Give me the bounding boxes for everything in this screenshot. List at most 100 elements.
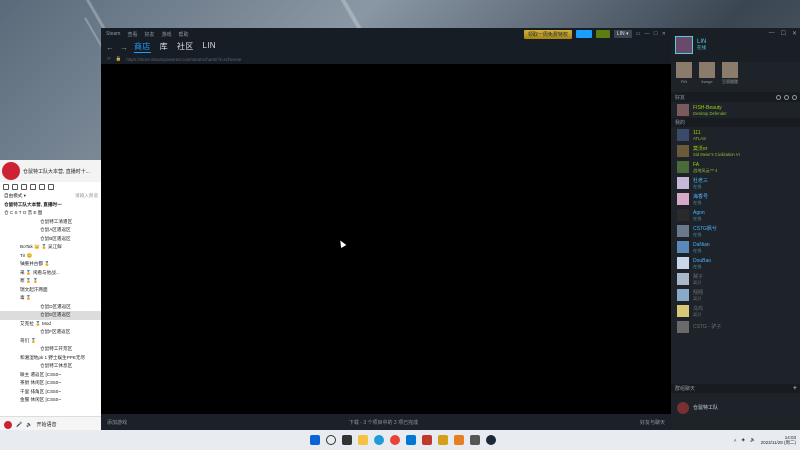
- channel-row[interactable]: 艾克拉 🏅 Mod: [0, 320, 101, 329]
- friend-item[interactable]: CSTG - 驴子: [671, 319, 800, 335]
- friend-item[interactable]: DouBao 在线: [671, 255, 800, 271]
- downloads-status[interactable]: 下载 - 3 个项目中的 3 项已完成: [349, 419, 418, 426]
- promo-button[interactable]: 领取一周免费特权: [523, 29, 572, 39]
- channel-row[interactable]: 仓 C S T O 音 E 图: [0, 209, 101, 218]
- user-icon[interactable]: [3, 184, 9, 190]
- friend-item[interactable]: DaNian 在线: [671, 239, 800, 255]
- menu-item-4[interactable]: 帮助: [179, 31, 189, 38]
- tab-1[interactable]: 库: [160, 41, 168, 53]
- list-icon[interactable]: [39, 184, 45, 190]
- broadcast-button[interactable]: [575, 30, 592, 38]
- channel-row[interactable]: BoTak 👑 🏅 吴江鲜: [0, 243, 101, 252]
- friend-item[interactable]: 贼子 离开: [671, 271, 800, 287]
- add-game-button[interactable]: 添加游戏: [107, 419, 127, 426]
- menu-item-1[interactable]: 查看: [127, 31, 137, 38]
- share-icon[interactable]: [48, 184, 54, 190]
- channel-row[interactable]: 茶厨 休闲区 [CS50~: [0, 379, 101, 388]
- channel-row[interactable]: 铀重井古都 🏅: [0, 260, 101, 269]
- add-friend-icon[interactable]: [784, 94, 789, 100]
- network-icon[interactable]: ◈: [741, 437, 744, 443]
- chrome-icon[interactable]: [390, 435, 400, 445]
- maximize-icon[interactable]: ☐: [653, 31, 657, 37]
- channel-row[interactable]: 和湘湿地pk 1 野士娱生PPE无尽: [0, 354, 101, 363]
- channel-search-input[interactable]: 请输入频道: [75, 192, 98, 201]
- tab-3[interactable]: LIN: [203, 41, 216, 53]
- steam-icon[interactable]: [486, 435, 496, 445]
- close-icon[interactable]: ✕: [662, 31, 666, 37]
- menu-item-2[interactable]: 好友: [144, 31, 154, 38]
- friend-item[interactable]: 莫沃er Sid Meier's Civilization VI: [671, 143, 800, 159]
- bigpicture-icon[interactable]: ▭: [636, 31, 641, 37]
- group-chat-item[interactable]: 仓鼠特工队: [671, 400, 800, 416]
- channel-row[interactable]: 仓鼠特工开荒区: [0, 345, 101, 354]
- close-icon[interactable]: ✕: [792, 30, 797, 37]
- channel-row[interactable]: 毒 🏅: [0, 294, 101, 303]
- menu-item-0[interactable]: Steam: [106, 31, 120, 38]
- location-icon[interactable]: [21, 184, 27, 190]
- minimize-icon[interactable]: —: [769, 30, 775, 37]
- minimize-icon[interactable]: —: [644, 31, 649, 37]
- refresh-icon[interactable]: ⟳: [107, 56, 111, 62]
- avatar[interactable]: [4, 420, 12, 429]
- channel-row[interactable]: 仓鼠特工队大本营, 直播时一: [0, 201, 101, 210]
- notifications-button[interactable]: [595, 30, 610, 38]
- forward-arrow-icon[interactable]: →: [120, 43, 128, 52]
- tab-0[interactable]: 商店: [134, 41, 151, 53]
- app-icon[interactable]: [470, 435, 480, 445]
- mode-select[interactable]: 自由模式 ▾: [4, 192, 26, 201]
- add-group-icon[interactable]: +: [793, 385, 800, 392]
- mic-icon[interactable]: 🎤: [16, 422, 22, 428]
- channel-row[interactable]: 仓鼠B区遣返区: [0, 235, 101, 244]
- channel-row[interactable]: 金服 休闲区 [CS50~: [0, 396, 101, 405]
- channel-row[interactable]: 仓鼠特工休息区: [0, 362, 101, 371]
- channel-row[interactable]: 仓鼠F区遣返区: [0, 328, 101, 337]
- url-text[interactable]: https://store.steampowered.com/steamchar…: [126, 57, 241, 62]
- app-icon[interactable]: [422, 435, 432, 445]
- channel-row[interactable]: 仓鼠特工清遣区: [0, 218, 101, 227]
- friend-group-header[interactable]: 我的: [671, 118, 800, 127]
- channel-row[interactable]: 寒 🏅 🏅: [0, 277, 101, 286]
- recent-friend[interactable]: lbarge: [698, 62, 716, 84]
- edge-icon[interactable]: [374, 435, 384, 445]
- recent-friend[interactable]: 豆腐酸酸: [721, 62, 739, 85]
- recent-friend[interactable]: FiN: [675, 62, 693, 84]
- settings-icon[interactable]: [30, 184, 36, 190]
- channel-row[interactable]: 瑞文起汗两面: [0, 286, 101, 295]
- channel-row[interactable]: 哥们 🏅: [0, 337, 101, 346]
- file-explorer-icon[interactable]: [358, 435, 368, 445]
- friend-item[interactable]: Agon 在线: [671, 207, 800, 223]
- maximize-icon[interactable]: ☐: [781, 30, 786, 37]
- friend-item[interactable]: 海香号 在线: [671, 191, 800, 207]
- store-icon[interactable]: [406, 435, 416, 445]
- channel-row[interactable]: 来 🏅 闲看与他战...: [0, 269, 101, 278]
- channel-row[interactable]: 仓鼠E区遣返区: [0, 311, 101, 320]
- friend-item[interactable]: 杜老三 在线: [671, 175, 800, 191]
- friend-item[interactable]: FA 战地风云™ 4: [671, 159, 800, 175]
- friends-chat-button[interactable]: 好友与聊天: [640, 419, 665, 426]
- search-icon[interactable]: [776, 94, 781, 100]
- chevron-up-icon[interactable]: ˄: [734, 438, 737, 443]
- task-view-icon[interactable]: [342, 435, 352, 445]
- channel-row[interactable]: 千里 排角区 [CS50~: [0, 388, 101, 397]
- menu-item-3[interactable]: 游戏: [161, 31, 171, 38]
- app-icon[interactable]: [454, 435, 464, 445]
- back-arrow-icon[interactable]: ←: [106, 43, 114, 52]
- friend-item[interactable]: FISH-Beauty Desktop Defender: [671, 102, 800, 118]
- clock[interactable]: 14:03 2023/11/28 (周二): [761, 435, 796, 445]
- people-icon[interactable]: [12, 184, 18, 190]
- channel-row[interactable]: 仓鼠D区遣返区: [0, 303, 101, 312]
- volume-icon[interactable]: 🔈: [750, 437, 756, 443]
- friend-item[interactable]: 乌鸡 离开: [671, 303, 800, 319]
- start-icon[interactable]: [310, 435, 320, 445]
- tab-2[interactable]: 社区: [177, 41, 194, 53]
- start-voice-button[interactable]: 开始语音: [36, 421, 56, 428]
- speaker-icon[interactable]: 🔈: [26, 422, 32, 428]
- store-content[interactable]: [101, 64, 671, 414]
- friend-item[interactable]: 111 ATLAS: [671, 127, 800, 143]
- channel-row[interactable]: 仓鼠A区遣返区: [0, 226, 101, 235]
- group-chats-header[interactable]: 群组聊天 +: [671, 384, 800, 393]
- search-icon[interactable]: [326, 435, 336, 445]
- channel-row[interactable]: 联主 遣返区 [CS50~: [0, 371, 101, 380]
- account-menu[interactable]: LIN ▾: [613, 30, 632, 38]
- channel-row[interactable]: Tir 😊: [0, 252, 101, 261]
